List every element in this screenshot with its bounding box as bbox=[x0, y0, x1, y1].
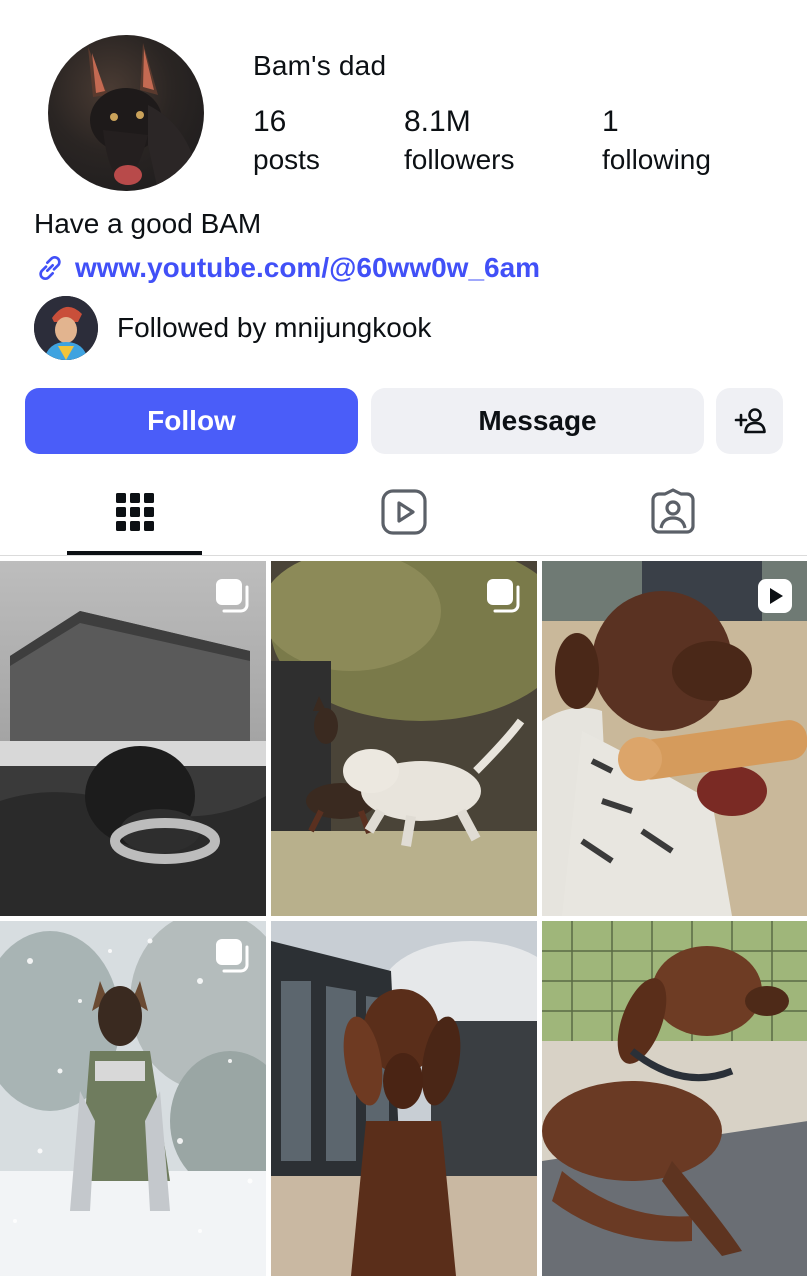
tabs-divider bbox=[0, 555, 807, 556]
carousel-icon bbox=[216, 579, 249, 613]
tab-tagged[interactable] bbox=[605, 470, 740, 554]
post-3[interactable] bbox=[542, 561, 807, 916]
posts-stat[interactable]: 16 posts bbox=[253, 104, 320, 180]
video-icon bbox=[758, 579, 792, 613]
follow-button[interactable]: Follow bbox=[25, 388, 358, 454]
post-2[interactable] bbox=[271, 561, 537, 916]
profile-link[interactable]: www.youtube.com/@60ww0w_6am bbox=[34, 252, 540, 284]
add-user-button[interactable] bbox=[716, 388, 783, 454]
profile-tabs bbox=[0, 470, 807, 558]
profile-link-text: www.youtube.com/@60ww0w_6am bbox=[75, 252, 541, 283]
post-5[interactable] bbox=[271, 921, 537, 1276]
followed-by-text: Followed by mnijungkook bbox=[117, 312, 432, 343]
post-5-image bbox=[271, 921, 537, 1276]
post-6-image bbox=[542, 921, 807, 1276]
bio-text: Have a good BAM bbox=[34, 208, 262, 239]
carousel-icon bbox=[216, 939, 249, 973]
dog-avatar-icon bbox=[88, 43, 198, 191]
followers-stat[interactable]: 8.1M followers bbox=[404, 104, 514, 180]
profile-page: Bam's dad 16 posts 8.1M followers 1 foll… bbox=[0, 0, 807, 1280]
following-stat[interactable]: 1 following bbox=[602, 104, 711, 180]
post-1[interactable] bbox=[0, 561, 266, 916]
tagged-icon bbox=[650, 488, 695, 534]
profile-avatar[interactable] bbox=[48, 35, 204, 191]
following-count: 1 bbox=[602, 105, 619, 138]
tab-posts-grid[interactable] bbox=[67, 470, 202, 554]
grid-icon bbox=[115, 493, 154, 531]
tab-reels[interactable] bbox=[336, 470, 471, 554]
message-button[interactable]: Message bbox=[371, 388, 704, 454]
link-icon bbox=[39, 255, 61, 281]
posts-count: 16 bbox=[253, 105, 287, 138]
carousel-icon bbox=[487, 579, 520, 613]
followers-label: followers bbox=[404, 144, 515, 175]
display-name: Bam's dad bbox=[253, 50, 387, 81]
followers-count: 8.1M bbox=[404, 105, 471, 138]
posts-label: posts bbox=[253, 144, 320, 175]
follower-avatar bbox=[34, 296, 98, 360]
followed-by-row[interactable]: Followed by mnijungkook bbox=[34, 296, 431, 360]
follower-avatar-image bbox=[34, 296, 98, 360]
post-6[interactable] bbox=[542, 921, 807, 1276]
following-label: following bbox=[602, 144, 711, 175]
post-4[interactable] bbox=[0, 921, 266, 1276]
add-user-icon bbox=[734, 408, 766, 434]
reels-icon bbox=[380, 489, 427, 535]
